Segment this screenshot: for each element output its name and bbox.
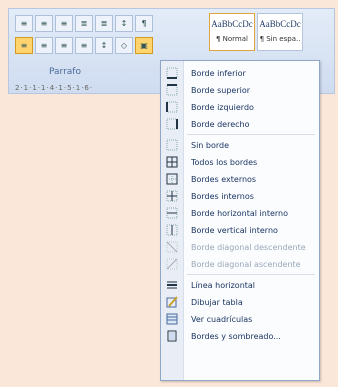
menu-item-todos-los-bordes[interactable]: Todos los bordes	[161, 154, 319, 170]
numbering-button[interactable]: ≡	[35, 15, 53, 32]
menu-item-label: Borde vertical interno	[191, 225, 278, 235]
multilevel-list-button[interactable]: ≡	[55, 15, 73, 32]
borders-shading-icon	[161, 330, 183, 342]
border-bottom-icon	[161, 67, 183, 79]
menu-item-label: Bordes y sombreado...	[191, 331, 281, 341]
menu-item-bordes-y-sombreado[interactable]: Bordes y sombreado...	[161, 328, 319, 344]
align-left-button[interactable]: ≡	[15, 37, 33, 54]
border-left-icon	[161, 101, 183, 113]
menu-item-label: Dibujar tabla	[191, 297, 243, 307]
increase-indent-button[interactable]: ≣	[95, 15, 113, 32]
align-right-button[interactable]: ≡	[55, 37, 73, 54]
menu-item-borde-horizontal-interno[interactable]: Borde horizontal interno	[161, 205, 319, 221]
menu-item-sin-borde[interactable]: Sin borde	[161, 137, 319, 153]
bullets-button[interactable]: ≡	[15, 15, 33, 32]
outside-borders-icon	[161, 173, 183, 185]
draw-table-icon	[161, 296, 183, 308]
menu-item-label: Borde inferior	[191, 68, 246, 78]
borders-button[interactable]: ▣	[135, 37, 153, 54]
show-formatting-button[interactable]: ¶	[135, 15, 153, 32]
menu-item-linea-horizontal[interactable]: Línea horizontal	[161, 277, 319, 293]
paragraph-toolbar-row-2: ≡ ≡ ≡ ≡ ↕ ◇ ▣	[15, 37, 153, 54]
style-sample: AaBbCcDc	[259, 19, 301, 29]
border-right-icon	[161, 118, 183, 130]
style-name: ¶ Normal	[215, 35, 248, 43]
decrease-indent-button[interactable]: ≣	[75, 15, 93, 32]
justify-button[interactable]: ≡	[75, 37, 93, 54]
diagonal-down-border-icon	[161, 241, 183, 253]
menu-item-bordes-internos[interactable]: Bordes internos	[161, 188, 319, 204]
menu-item-label: Todos los bordes	[191, 157, 258, 167]
menu-item-borde-derecho[interactable]: Borde derecho	[161, 116, 319, 132]
style-normal[interactable]: AaBbCcDc ¶ Normal	[209, 13, 255, 51]
menu-item-borde-diagonal-ascendente[interactable]: Borde diagonal ascendente	[161, 256, 319, 272]
menu-item-label: Línea horizontal	[191, 280, 256, 290]
style-sample: AaBbCcDc	[211, 19, 253, 29]
menu-item-label: Bordes externos	[191, 174, 257, 184]
sort-button[interactable]: ↕	[115, 15, 133, 32]
menu-item-label: Ver cuadrículas	[191, 314, 253, 324]
diagonal-up-border-icon	[161, 258, 183, 270]
align-center-button[interactable]: ≡	[35, 37, 53, 54]
menu-separator	[187, 134, 315, 135]
style-name: ¶ Sin espa..	[259, 35, 301, 43]
menu-item-ver-cuadriculas[interactable]: Ver cuadrículas	[161, 311, 319, 327]
menu-item-label: Borde derecho	[191, 119, 250, 129]
menu-separator	[187, 274, 315, 275]
menu-item-label: Sin borde	[191, 140, 230, 150]
horizontal-line-icon	[161, 279, 183, 291]
menu-item-label: Borde izquierdo	[191, 102, 254, 112]
view-gridlines-icon	[161, 313, 183, 325]
inside-vertical-border-icon	[161, 224, 183, 236]
menu-item-label: Borde diagonal descendente	[191, 242, 306, 252]
menu-item-label: Borde superior	[191, 85, 251, 95]
menu-item-borde-vertical-interno[interactable]: Borde vertical interno	[161, 222, 319, 238]
shading-button[interactable]: ◇	[115, 37, 133, 54]
line-spacing-button[interactable]: ↕	[95, 37, 113, 54]
inside-borders-icon	[161, 190, 183, 202]
menu-item-borde-diagonal-descendente[interactable]: Borde diagonal descendente	[161, 239, 319, 255]
ruler: 2·1·1·1·4·1·5·1·6·	[15, 84, 94, 92]
menu-item-label: Borde diagonal ascendente	[191, 259, 301, 269]
all-borders-icon	[161, 156, 183, 168]
menu-item-borde-superior[interactable]: Borde superior	[161, 82, 319, 98]
paragraph-group-label: Parrafo	[49, 67, 81, 77]
menu-item-bordes-externos[interactable]: Bordes externos	[161, 171, 319, 187]
menu-item-label: Borde horizontal interno	[191, 208, 288, 218]
no-border-icon	[161, 139, 183, 151]
menu-item-dibujar-tabla[interactable]: Dibujar tabla	[161, 294, 319, 310]
menu-item-label: Bordes internos	[191, 191, 254, 201]
paragraph-toolbar-row-1: ≡ ≡ ≡ ≣ ≣ ↕ ¶	[15, 15, 153, 32]
style-no-spacing[interactable]: AaBbCcDc ¶ Sin espa..	[257, 13, 303, 51]
menu-item-borde-izquierdo[interactable]: Borde izquierdo	[161, 99, 319, 115]
border-top-icon	[161, 84, 183, 96]
borders-dropdown-menu: Borde inferior Borde superior Borde izqu…	[160, 60, 320, 381]
inside-horizontal-border-icon	[161, 207, 183, 219]
menu-item-borde-inferior[interactable]: Borde inferior	[161, 65, 319, 81]
